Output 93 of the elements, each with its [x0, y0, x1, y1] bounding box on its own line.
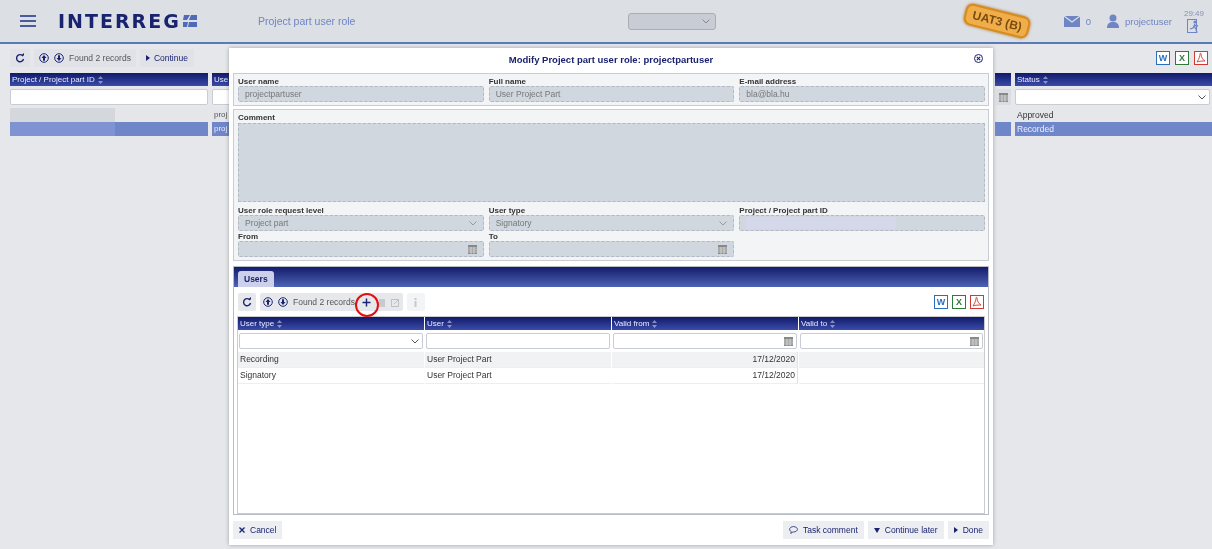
record-count: Found 2 records	[69, 53, 131, 63]
pdf-icon[interactable]	[970, 295, 984, 309]
date-filter-field[interactable]	[613, 333, 797, 349]
calendar-icon[interactable]	[784, 336, 793, 346]
dialog-title: Modify Project part user role: projectpartuser	[508, 53, 714, 65]
session-timer: 29:49	[1183, 9, 1204, 18]
caret-icon	[1198, 94, 1206, 100]
column-header[interactable]	[995, 73, 1011, 86]
logo-mark-icon	[182, 15, 197, 27]
record-count: Found 2 records	[293, 297, 355, 307]
select-field[interactable]	[628, 12, 716, 30]
refresh-button[interactable]	[10, 49, 30, 67]
filter-select[interactable]	[1015, 89, 1210, 105]
speech-bubble-icon	[788, 526, 798, 534]
edit-icon[interactable]	[390, 297, 400, 307]
up-arrow-icon	[39, 53, 49, 63]
column-header[interactable]: User type	[238, 317, 424, 330]
table-cell: 17/12/2020	[612, 368, 798, 384]
footer-button[interactable]: Continue later	[867, 521, 944, 539]
cross-icon	[239, 527, 245, 533]
field-label: Comment	[238, 113, 276, 122]
status-cell-text: Approved	[1016, 109, 1055, 122]
column-header[interactable]: User	[425, 317, 611, 330]
field-label: Full name	[488, 77, 527, 86]
delete-icon[interactable]	[377, 297, 386, 307]
field-label: User name	[238, 77, 280, 86]
column-header[interactable]: Status	[1015, 73, 1212, 86]
sort-icon[interactable]	[446, 319, 452, 328]
text-field[interactable]	[739, 215, 985, 231]
caret-icon	[468, 220, 477, 226]
sort-icon[interactable]	[277, 319, 283, 328]
footer-button[interactable]: Cancel	[233, 521, 283, 539]
info-icon	[414, 297, 418, 307]
footer-button[interactable]: Done	[947, 521, 989, 539]
table-cell: User Project Part	[425, 368, 611, 384]
environment-badge: UAT3 (B)	[962, 2, 1033, 40]
caret-icon	[702, 18, 710, 24]
table-cell: Recording	[238, 352, 424, 368]
excel-export-button[interactable]: X	[1175, 51, 1189, 65]
filter-field[interactable]	[426, 333, 610, 349]
calendar-icon[interactable]	[718, 244, 728, 254]
field-label: Project / Project part ID	[739, 206, 829, 215]
sort-icon[interactable]	[1042, 75, 1048, 84]
word-export-button[interactable]: W	[934, 295, 948, 309]
footer-button[interactable]: Task comment	[782, 521, 864, 539]
refresh-button[interactable]	[238, 293, 256, 311]
down-triangle-icon	[873, 527, 880, 533]
menu-icon[interactable]	[20, 15, 36, 27]
refresh-icon	[15, 53, 25, 63]
date-field[interactable]	[488, 241, 735, 257]
column-header[interactable]: Valid to	[799, 317, 984, 330]
close-icon[interactable]	[974, 54, 983, 63]
calendar-icon[interactable]	[970, 336, 979, 346]
add-icon[interactable]	[361, 297, 371, 307]
play-icon	[953, 527, 958, 533]
filter-field[interactable]	[10, 89, 208, 105]
down-arrow-icon	[54, 53, 64, 63]
column-header[interactable]: Project / Project part ID	[10, 73, 208, 86]
date-field[interactable]	[238, 241, 484, 257]
page-title: Project part user role	[258, 15, 357, 27]
table-cell: 17/12/2020	[612, 352, 798, 368]
filter-select[interactable]	[239, 333, 423, 349]
calendar-icon[interactable]	[467, 244, 477, 254]
tab[interactable]: Users	[238, 271, 274, 287]
field-label: E-mail address	[739, 77, 798, 86]
field-label: From	[238, 232, 259, 241]
excel-export-button[interactable]: X	[952, 295, 966, 309]
refresh-icon	[242, 297, 252, 307]
field-label: User role request level	[238, 206, 325, 215]
comment-field[interactable]	[238, 123, 985, 202]
word-export-button[interactable]: W	[1156, 51, 1170, 65]
mail-icon[interactable]	[1063, 15, 1080, 27]
message-count: 0	[1085, 15, 1091, 27]
logo-text: INTERREG	[58, 10, 181, 32]
user-icon[interactable]	[1106, 14, 1119, 28]
down-arrow-icon	[278, 297, 288, 307]
field-label: To	[488, 232, 499, 241]
caret-icon	[411, 338, 419, 344]
table-cell: User Project Part	[425, 352, 611, 368]
info-button[interactable]	[406, 293, 425, 311]
status-cell: Recorded	[1015, 122, 1212, 136]
up-arrow-icon	[263, 297, 273, 307]
column-header[interactable]: Valid from	[612, 317, 798, 330]
exit-icon[interactable]	[1187, 19, 1201, 33]
continue-button[interactable]: Continue	[139, 49, 194, 67]
caret-icon	[719, 220, 728, 226]
pdf-icon[interactable]	[1194, 51, 1208, 65]
table-cell: Signatory	[238, 368, 424, 384]
sort-icon[interactable]	[652, 319, 658, 328]
field-label: User type	[488, 206, 527, 215]
sort-icon[interactable]	[97, 75, 103, 84]
sort-icon[interactable]	[830, 319, 836, 328]
date-filter-field[interactable]	[800, 333, 983, 349]
